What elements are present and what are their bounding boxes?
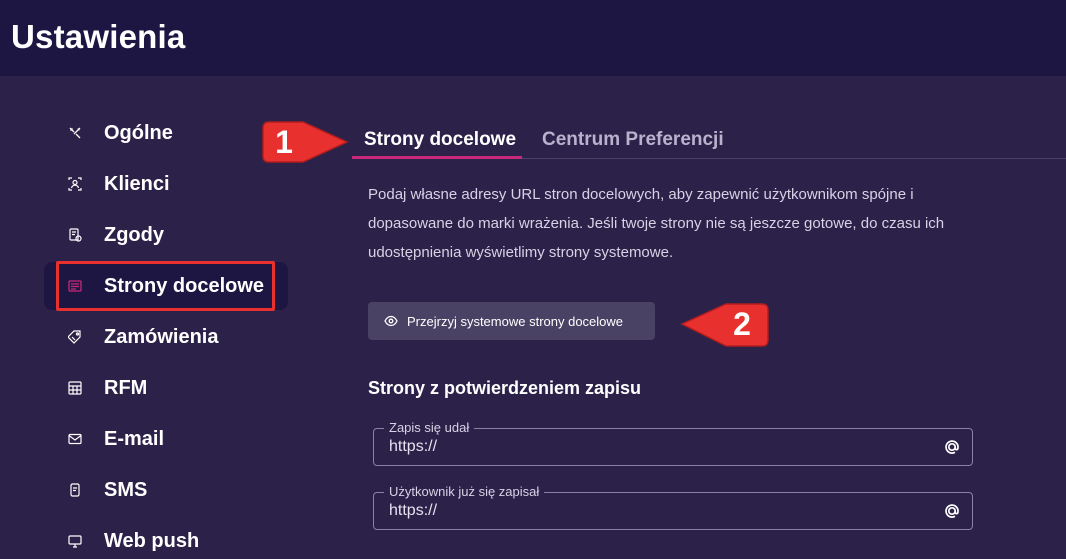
landing-page-icon: [68, 279, 82, 293]
preview-button-label: Przejrzyj systemowe strony docelowe: [407, 313, 624, 329]
sidebar-item-web-push[interactable]: Web push: [44, 517, 288, 559]
active-tab-indicator: [352, 156, 522, 159]
order-tag-icon: [68, 330, 82, 344]
envelope-icon: [68, 432, 82, 446]
sidebar-item-strony-docelowe[interactable]: Strony docelowe: [44, 262, 288, 310]
preview-system-pages-button[interactable]: Przejrzyj systemowe strony docelowe: [368, 302, 655, 340]
tab-strony-docelowe[interactable]: Strony docelowe: [364, 129, 516, 151]
callout-arrow-2: [680, 303, 769, 347]
sidebar-item-label: Zgody: [104, 223, 164, 246]
at-sign-icon: [945, 440, 959, 454]
sidebar-item-label: SMS: [104, 478, 148, 501]
eye-icon: [384, 315, 398, 327]
sidebar-item-klienci[interactable]: Klienci: [44, 160, 288, 208]
field-label: Zapis się udał: [384, 420, 475, 436]
web-push-icon: [68, 534, 82, 548]
at-sign-icon: [945, 504, 959, 518]
sidebar-item-label: RFM: [104, 376, 148, 399]
already-subscribed-field[interactable]: Użytkownik już się zapisał: [373, 484, 973, 530]
page-title: Ustawienia: [11, 18, 186, 55]
sidebar-item-ogolne[interactable]: Ogólne: [44, 109, 288, 157]
section-title: Strony z potwierdzeniem zapisu: [368, 378, 642, 398]
tab-centrum-preferencji[interactable]: Centrum Preferencji: [542, 129, 724, 151]
field-label: Użytkownik już się zapisał: [384, 484, 545, 500]
sidebar-item-sms[interactable]: SMS: [44, 466, 288, 514]
header-bar: Ustawienia: [0, 0, 1066, 76]
sidebar-item-label: Web push: [104, 529, 200, 552]
contact-card-icon: [68, 177, 82, 191]
sidebar-item-label: E-mail: [104, 427, 165, 450]
signup-success-field[interactable]: Zapis się udał: [373, 420, 973, 466]
sidebar-item-label: Ogólne: [104, 121, 173, 144]
tools-icon: [68, 126, 82, 140]
sidebar-item-zgody[interactable]: Zgody: [44, 211, 288, 259]
sidebar-item-label: Klienci: [104, 172, 170, 195]
callout-number-2: 2: [733, 306, 751, 342]
callout-number-1: 1: [275, 124, 293, 160]
sidebar-item-email[interactable]: E-mail: [44, 415, 288, 463]
sidebar-item-zamowienia[interactable]: Zamówienia: [44, 313, 288, 361]
consent-icon: [68, 228, 82, 242]
signup-success-url-input[interactable]: [389, 438, 929, 456]
sidebar-item-label: Strony docelowe: [104, 274, 265, 297]
already-subscribed-url-input[interactable]: [389, 502, 929, 520]
sms-icon: [68, 483, 82, 497]
rfm-table-icon: [68, 381, 82, 395]
sidebar-item-rfm[interactable]: RFM: [44, 364, 288, 412]
description-text: Podaj własne adresy URL stron docelowych…: [368, 186, 945, 261]
sidebar-item-label: Zamówienia: [104, 325, 219, 348]
